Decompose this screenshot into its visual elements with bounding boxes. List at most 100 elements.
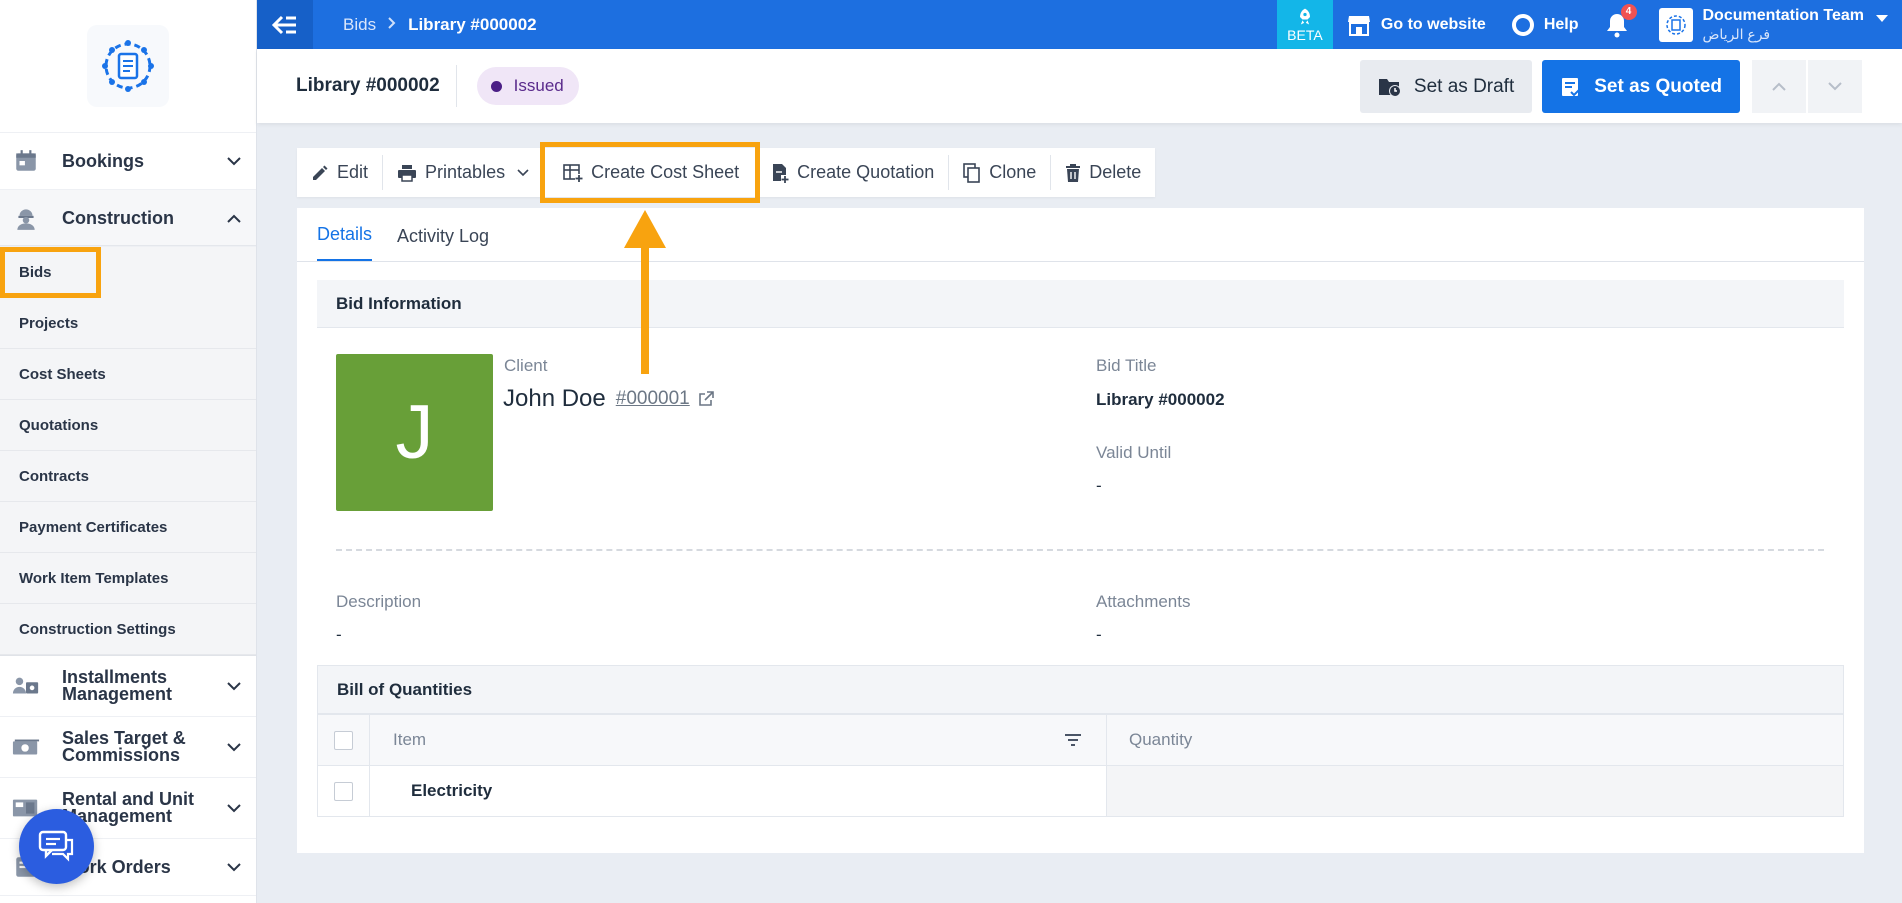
document-add-icon (771, 163, 790, 183)
collapse-sidebar-button[interactable] (257, 0, 313, 49)
notifications-button[interactable]: 4 (1605, 3, 1637, 38)
go-to-website-label: Go to website (1380, 15, 1486, 33)
clone-button[interactable]: Clone (949, 148, 1050, 197)
create-quotation-button[interactable]: Create Quotation (757, 148, 948, 197)
sidebar-item-bids[interactable]: Bids (0, 247, 101, 298)
sidebar-item-label: Construction (62, 207, 174, 228)
store-icon (1347, 14, 1371, 36)
sidebar-item-projects[interactable]: Projects (0, 298, 256, 349)
sidebar-item-bookings[interactable]: Bookings (0, 133, 256, 190)
help-label: Help (1543, 15, 1579, 33)
bid-details-card: Details Activity Log Bid Information J C… (297, 208, 1864, 853)
sidebar-item-label: Bookings (62, 150, 145, 171)
chevron-up-icon (224, 208, 244, 228)
create-cost-sheet-button[interactable]: Create Cost Sheet (540, 142, 761, 203)
valid-until-label: Valid Until (1096, 443, 1172, 462)
breadcrumb: Bids Library #000002 (343, 15, 537, 35)
sidebar-item-installments[interactable]: Installments Management (0, 656, 256, 717)
chevron-down-icon (224, 798, 244, 818)
help-link[interactable]: Help (1511, 13, 1579, 36)
sidebar-item-construction-settings[interactable]: Construction Settings (0, 604, 256, 655)
select-all-checkbox[interactable] (334, 730, 353, 750)
copy-icon (963, 162, 981, 183)
status-dot (490, 80, 502, 92)
previous-record-button[interactable] (1752, 60, 1806, 113)
rocket-icon (1299, 8, 1310, 24)
top-bar: Bids Library #000002 BETA Go to website … (257, 0, 1902, 49)
clone-label: Clone (989, 162, 1037, 182)
users-money-icon (12, 672, 40, 700)
notification-count-badge: 4 (1620, 3, 1637, 20)
set-as-quoted-label: Set as Quoted (1594, 75, 1722, 97)
create-cost-sheet-label: Create Cost Sheet (591, 162, 740, 182)
sidebar-item-work-item-templates[interactable]: Work Item Templates (0, 553, 256, 604)
column-header-item: Item (370, 715, 1107, 765)
tab-details[interactable]: Details (317, 224, 373, 261)
description-value: - (336, 625, 342, 644)
document-check-icon (1560, 76, 1582, 98)
sidebar-item-construction[interactable]: Construction (0, 190, 256, 247)
table-header-row: Item Quantity (318, 714, 1843, 765)
sidebar-item-contracts[interactable]: Contracts (0, 451, 256, 502)
trash-icon (1065, 163, 1081, 182)
delete-button[interactable]: Delete (1051, 148, 1155, 197)
chevron-down-icon (517, 168, 529, 177)
select-all-cell (318, 715, 370, 765)
app-logo[interactable] (87, 25, 169, 107)
beta-button[interactable]: BETA (1276, 0, 1333, 49)
chevron-down-icon (224, 676, 244, 696)
status-badge: Issued (476, 67, 579, 105)
column-header-quantity: Quantity (1129, 730, 1193, 749)
client-name-row: John Doe #000001 (503, 385, 714, 413)
chevron-down-icon (1828, 82, 1842, 91)
set-as-quoted-button[interactable]: Set as Quoted (1542, 60, 1740, 113)
sidebar-item-label: Sales Target & Commissions (62, 728, 186, 765)
table-add-icon (563, 163, 584, 182)
breadcrumb-bids-link[interactable]: Bids (343, 15, 376, 35)
sidebar-item-payment-certificates[interactable]: Payment Certificates (0, 502, 256, 553)
header-actions: Set as Draft Set as Quoted (1359, 60, 1862, 113)
chat-support-button[interactable] (19, 809, 94, 884)
chevron-up-icon (1772, 82, 1786, 91)
delete-label: Delete (1089, 162, 1142, 182)
sidebar-item-quotations[interactable]: Quotations (0, 400, 256, 451)
row-quantity-cell (1107, 766, 1843, 816)
folder-clock-icon (1378, 76, 1402, 98)
description-label: Description (336, 592, 422, 611)
printables-label: Printables (425, 162, 506, 182)
annotation-arrow (624, 210, 666, 374)
chevron-down-icon (224, 857, 244, 877)
bill-of-quantities-header: Bill of Quantities (318, 666, 1843, 714)
edit-button[interactable]: Edit (297, 148, 382, 197)
account-branch: فرع الرياض (1702, 25, 1771, 42)
construction-submenu: Bids Projects Cost Sheets Quotations Con… (0, 247, 256, 656)
external-link-icon[interactable] (698, 391, 714, 407)
sidebar-item-sales-target[interactable]: Sales Target & Commissions (0, 717, 256, 778)
account-logo (1658, 7, 1693, 42)
lifebuoy-icon (1511, 13, 1534, 36)
breadcrumb-current: Library #000002 (408, 14, 537, 34)
tab-activity-log[interactable]: Activity Log (397, 226, 489, 261)
chevron-down-icon (224, 737, 244, 757)
table-row: Electricity (318, 765, 1843, 816)
filter-icon[interactable] (1064, 733, 1082, 747)
bid-title-value: Library #000002 (1096, 390, 1225, 409)
go-to-website-link[interactable]: Go to website (1347, 14, 1486, 36)
divider (336, 549, 1824, 551)
account-name: Documentation Team (1702, 6, 1865, 24)
printables-dropdown[interactable]: Printables (383, 148, 543, 197)
set-as-draft-button[interactable]: Set as Draft (1359, 60, 1533, 113)
client-id-link[interactable]: #000001 (616, 388, 690, 410)
valid-until-value: - (1096, 476, 1102, 495)
row-select-cell (318, 766, 370, 816)
account-menu[interactable]: Documentation Team فرع الرياض (1658, 7, 1888, 43)
next-record-button[interactable] (1808, 60, 1862, 113)
tab-bar: Details Activity Log (297, 208, 1864, 262)
caret-down-icon (1876, 10, 1888, 28)
account-text: Documentation Team فرع الرياض (1703, 7, 1865, 43)
row-checkbox[interactable] (334, 781, 353, 801)
cash-icon (12, 733, 40, 761)
arrow-left-icon (272, 15, 296, 34)
sidebar-item-cost-sheets[interactable]: Cost Sheets (0, 349, 256, 400)
row-item-cell: Electricity (370, 766, 1107, 816)
